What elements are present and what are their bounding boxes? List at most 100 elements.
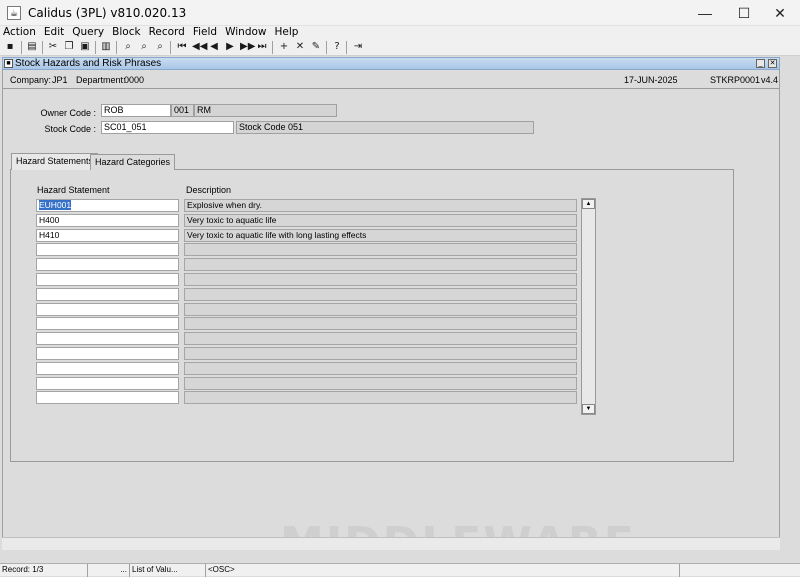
stock-code-input[interactable]: SC01_051 [101,121,234,134]
hazard-statement-cell[interactable] [36,391,179,404]
stock-code-label: Stock Code : [44,124,96,134]
next-record-icon[interactable]: ▶ [224,41,236,53]
hazard-description-cell [184,332,577,345]
cancel-query-icon[interactable]: ⌕ [154,41,166,53]
scroll-down-icon[interactable]: ▼ [582,404,595,414]
clear-icon[interactable]: ▥ [100,41,112,53]
status-record: Record: 1/3 [0,564,88,577]
copy-icon[interactable]: ❐ [63,41,75,53]
execute-query-icon[interactable]: ⌕ [138,41,150,53]
minimize-icon[interactable]: — [685,0,725,26]
toolbar-separator [116,41,117,54]
form-id: STKRP0001 [710,75,761,85]
duplicate-record-icon[interactable]: ✎ [310,41,322,53]
tab-hazard-statements[interactable]: Hazard Statements [11,153,99,170]
menu-field[interactable]: Field [189,26,221,39]
maximize-icon[interactable]: ☐ [724,0,764,26]
form-info-bar: Company: JP1 Department: 0000 17-JUN-202… [3,71,779,89]
grid-scrollbar[interactable]: ▲ ▼ [581,198,596,415]
java-app-icon: ☕ [7,6,21,20]
window-title: Calidus (3PL) v810.020.13 [28,6,187,20]
toolbar-separator [346,41,347,54]
hazard-statement-text: EUH001 [39,200,72,210]
form-title: Stock Hazards and Risk Phrases [15,58,162,69]
enter-query-icon[interactable]: ⌕ [122,41,134,53]
hazard-description-cell [184,273,577,286]
hazard-description-cell [184,243,577,256]
scroll-up-icon[interactable]: ▲ [582,199,595,209]
menu-bar: Action Edit Query Block Record Field Win… [0,26,800,39]
insert-record-icon[interactable]: + [278,41,290,53]
hazard-statement-cell[interactable] [36,332,179,345]
hazard-statement-cell[interactable] [36,362,179,375]
menu-help[interactable]: Help [271,26,303,39]
hazard-statement-text: H400 [39,215,60,225]
column-header-description: Description [186,185,232,195]
hazard-description-cell [184,303,577,316]
hazard-description-cell [184,258,577,271]
hazard-statement-cell[interactable]: EUH001 [36,199,179,212]
hazard-statement-cell[interactable] [36,303,179,316]
form-close-icon[interactable]: ✕ [768,59,777,68]
print-icon[interactable]: ▤ [26,41,38,53]
status-extra [680,564,800,577]
hazard-statement-cell[interactable]: H400 [36,214,179,227]
exit-icon[interactable]: ⇥ [352,41,364,53]
horizontal-scrollbar[interactable] [2,537,780,550]
cut-icon[interactable]: ✂ [47,41,59,53]
menu-edit[interactable]: Edit [40,26,68,39]
form-title-bar: ■ Stock Hazards and Risk Phrases _ ✕ [2,57,780,70]
hazard-description-cell [184,347,577,360]
menu-action[interactable]: Action [0,26,40,39]
toolbar-separator [326,41,327,54]
next-block-icon[interactable]: ▶▶ [240,41,255,53]
hazard-description-cell [184,317,577,330]
hazard-description-cell: Very toxic to aquatic life [184,214,577,227]
stock-description-field: Stock Code 051 [236,121,534,134]
menu-window[interactable]: Window [221,26,270,39]
menu-block[interactable]: Block [108,26,144,39]
form-minimize-icon[interactable]: _ [756,59,765,68]
toolbar-separator [95,41,96,54]
status-list-of-values: List of Valu... [130,564,206,577]
form-version: v4.4 [761,75,779,85]
hazard-statement-cell[interactable] [36,258,179,271]
help-icon[interactable]: ? [331,41,343,53]
hazard-description-cell: Very toxic to aquatic life with long las… [184,229,577,242]
owner-number-field: 001 [171,104,194,117]
hazard-statement-cell[interactable] [36,288,179,301]
status-dots: ... [88,564,130,577]
hazard-description-cell [184,362,577,375]
hazard-statement-cell[interactable]: H410 [36,229,179,242]
owner-code-input[interactable]: ROB [101,104,171,117]
previous-record-icon[interactable]: ◀ [208,41,220,53]
hazard-statement-cell[interactable] [36,347,179,360]
form-date: 17-JUN-2025 [624,75,678,85]
toolbar-separator [21,41,22,54]
tab-hazard-categories[interactable]: Hazard Categories [90,154,176,170]
delete-record-icon[interactable]: ✕ [294,41,306,53]
hazard-statement-cell[interactable] [36,377,179,390]
status-mode: <OSC> [206,564,680,577]
menu-record[interactable]: Record [145,26,189,39]
hazard-statement-cell[interactable] [36,273,179,286]
hazard-statement-cell[interactable] [36,243,179,256]
company-value: JP1 [52,75,68,85]
close-icon[interactable]: ✕ [760,0,800,26]
toolbar-separator [42,41,43,54]
hazard-description-cell: Explosive when dry. [184,199,577,212]
last-record-icon[interactable]: ⏭ [256,41,268,53]
owner-name-field: RM [194,104,337,117]
menu-query[interactable]: Query [68,26,108,39]
save-icon[interactable]: ▪ [4,41,16,53]
paste-icon[interactable]: ▣ [79,41,91,53]
status-bar: Record: 1/3 ... List of Valu... <OSC> [0,563,800,577]
hazard-statement-cell[interactable] [36,317,179,330]
title-bar: ☕ Calidus (3PL) v810.020.13 — ☐ ✕ [0,0,800,26]
toolbar: ▪ ▤ ✂ ❐ ▣ ▥ ⌕ ⌕ ⌕ ⏮ ◀◀ ◀ ▶ ▶▶ ⏭ + ✕ ✎ ? … [0,39,800,56]
previous-block-icon[interactable]: ◀◀ [192,41,207,53]
hazard-description-cell [184,377,577,390]
form-icon: ■ [4,59,13,68]
first-record-icon[interactable]: ⏮ [176,41,188,53]
owner-code-label: Owner Code : [40,108,96,118]
